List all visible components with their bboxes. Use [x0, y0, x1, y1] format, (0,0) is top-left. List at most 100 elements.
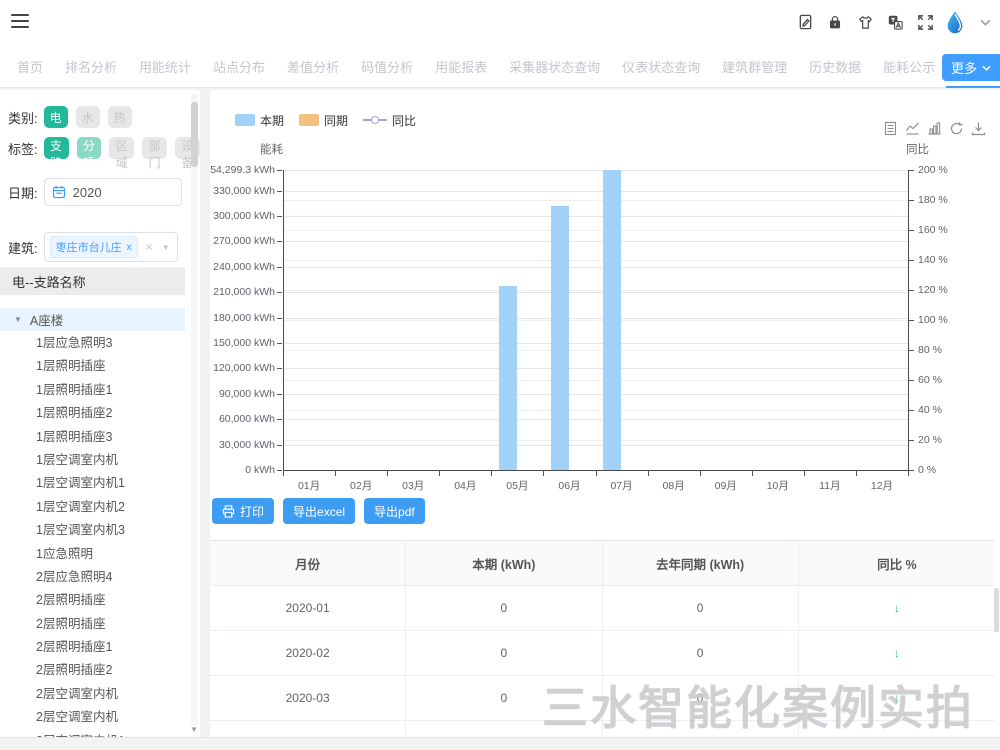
tab-item[interactable]: 用能统计 [128, 46, 202, 88]
caret-down-icon: ▼ [14, 315, 22, 324]
tree-node-root[interactable]: ▼ A座楼 [0, 308, 185, 331]
tree-item[interactable]: 1层空调室内机2 [0, 496, 185, 519]
tab-item[interactable]: 码值分析 [350, 46, 424, 88]
tag-button[interactable]: 分项 [77, 137, 102, 159]
y2-axis-line [908, 170, 909, 470]
sidebar-scrollbar-track[interactable] [191, 94, 198, 726]
cell-month: 2020-03 [210, 676, 406, 720]
bar-06月[interactable] [551, 206, 569, 470]
tree-item[interactable]: 2层空调室内机 [0, 706, 185, 729]
tree-item[interactable]: 1层照明插座 [0, 355, 185, 378]
clear-icon[interactable]: × [146, 240, 153, 254]
axis-tick-label: 20 % [918, 434, 942, 446]
table-row[interactable]: 2020-0400↓ [210, 721, 995, 737]
bar-05月[interactable] [499, 286, 517, 470]
tree-item[interactable]: 2层应急照明4 [0, 566, 185, 589]
tag-button[interactable]: 支路 [44, 137, 69, 159]
table-row[interactable]: 2020-0300↓ [210, 676, 995, 721]
axis-tick [856, 471, 857, 476]
axis-tick [277, 368, 282, 369]
scroll-down-icon[interactable]: ▼ [190, 725, 198, 734]
tree-item[interactable]: 1层空调室内机3 [0, 519, 185, 542]
tab-item[interactable]: 站点分布 [202, 46, 276, 88]
tree-item[interactable]: 1层空调室内机 [0, 449, 185, 472]
more-button[interactable]: 更多 [942, 54, 1000, 81]
select-caret-icon[interactable]: ▼ [162, 243, 170, 252]
gridline [283, 191, 908, 192]
tree-item[interactable]: 2层照明插座1 [0, 636, 185, 659]
axis-tick [283, 471, 284, 476]
menu-icon[interactable] [11, 14, 29, 30]
axis-tick-label: 02月 [336, 478, 386, 493]
comparison-table: 月份本期 (kWh)去年同期 (kWh)同比 %2020-0100↓2020-0… [210, 540, 995, 737]
action-buttons: 打印 导出excel 导出pdf [212, 498, 425, 524]
gridline [283, 320, 908, 321]
tab-item[interactable]: 用能报表 [424, 46, 498, 88]
building-select[interactable]: 枣庄市台儿庄 x × ▼ [44, 232, 178, 262]
tree-item[interactable]: 2层空调室内机1 [0, 730, 185, 737]
edit-note-icon[interactable] [794, 10, 816, 34]
table-row[interactable]: 2020-0100↓ [210, 586, 995, 631]
table-scrollbar-thumb[interactable] [994, 588, 999, 632]
axis-tick-label: 140 % [918, 254, 948, 266]
export-excel-button[interactable]: 导出excel [283, 498, 355, 524]
chevron-down-icon[interactable] [974, 10, 996, 34]
date-input[interactable]: 2020 [44, 178, 182, 206]
axis-tick [909, 320, 914, 321]
tag-button[interactable]: 部门 [142, 137, 167, 159]
language-icon[interactable] [884, 10, 906, 34]
tree-item[interactable]: 2层照明插座2 [0, 659, 185, 682]
export-pdf-button[interactable]: 导出pdf [364, 498, 425, 524]
category-button[interactable]: 电 [44, 106, 68, 128]
horizontal-scrollbar[interactable] [0, 737, 1000, 750]
axis-tick-label: 10月 [753, 478, 803, 493]
bar-07月[interactable] [603, 170, 621, 470]
tree-item-list: 1层应急照明31层照明插座1层照明插座11层照明插座21层照明插座31层空调室内… [0, 332, 185, 737]
lock-icon[interactable] [824, 10, 846, 34]
tab-item[interactable]: 历史数据 [798, 46, 872, 88]
tree-item[interactable]: 2层照明插座 [0, 589, 185, 612]
tab-item[interactable]: 排名分析 [54, 46, 128, 88]
tag-close-icon[interactable]: x [127, 242, 132, 253]
column-header: 月份 [210, 541, 406, 585]
tree-item[interactable]: 1层应急照明3 [0, 332, 185, 355]
sidebar-scrollbar-thumb[interactable] [191, 102, 198, 167]
cell-previous: 0 [603, 676, 799, 720]
tree-item[interactable]: 1层照明插座2 [0, 402, 185, 425]
tree-item[interactable]: 2层空调室内机 [0, 683, 185, 706]
tab-item[interactable]: 仪表状态查询 [611, 46, 711, 88]
tree-item[interactable]: 2层照明插座 [0, 613, 185, 636]
category-button[interactable]: 水 [76, 106, 100, 128]
tag-button[interactable]: 区域 [109, 137, 134, 159]
tree-item[interactable]: 1层空调室内机1 [0, 472, 185, 495]
axis-tick-label: 150,000 kWh [213, 337, 275, 349]
tab-item[interactable]: 采集器状态查询 [498, 46, 611, 88]
tree-item[interactable]: 1层照明插座1 [0, 379, 185, 402]
axis-tick [909, 470, 914, 471]
tree-item[interactable]: 1应急照明 [0, 543, 185, 566]
tab-item[interactable]: 差值分析 [276, 46, 350, 88]
category-filter-row: 类别: 电水热 [8, 106, 132, 128]
table-header-row: 月份本期 (kWh)去年同期 (kWh)同比 % [210, 541, 995, 586]
print-button[interactable]: 打印 [212, 498, 274, 524]
tree-item[interactable]: 1层照明插座3 [0, 426, 185, 449]
tab-item[interactable]: 能耗公示 [872, 46, 946, 88]
gridline [283, 170, 908, 171]
tab-item[interactable]: 建筑群管理 [711, 46, 798, 88]
tab-item[interactable]: 首页 [6, 46, 54, 88]
axis-tick [909, 260, 914, 261]
gridline [283, 200, 908, 201]
fullscreen-icon[interactable] [914, 10, 936, 34]
axis-tick-label: 07月 [597, 478, 647, 493]
gridline [283, 419, 908, 420]
axis-tick [909, 440, 914, 441]
x-axis-line [283, 470, 909, 471]
table-row[interactable]: 2020-0200↓ [210, 631, 995, 676]
theme-shirt-icon[interactable] [854, 10, 876, 34]
gridline [283, 230, 908, 231]
topbar [0, 0, 1000, 46]
axis-tick-label: 180 % [918, 194, 948, 206]
gridline [283, 445, 908, 446]
category-button[interactable]: 热 [108, 106, 132, 128]
category-label: 类别: [8, 108, 38, 127]
